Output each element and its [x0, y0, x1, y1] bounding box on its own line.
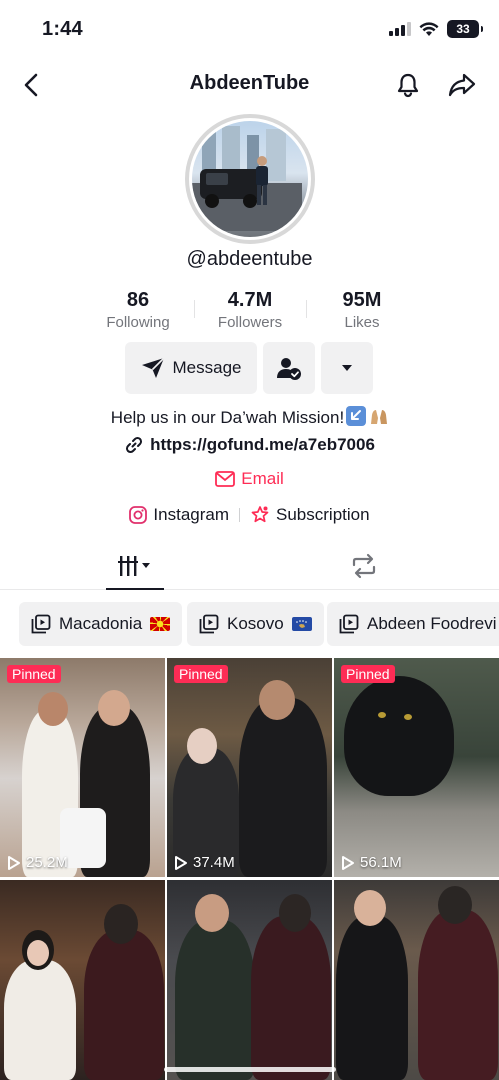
praying-hands-emoji-icon: [368, 406, 388, 426]
subscription-icon: [251, 506, 269, 523]
bell-icon: [397, 73, 419, 98]
playlists-row: Macadonia Kosovo Abdeen Foodrevi: [0, 602, 499, 646]
stat-value: 4.7M: [227, 289, 273, 311]
notifications-button[interactable]: [391, 68, 425, 102]
grid-bars-icon: [118, 555, 150, 576]
tab-reposts[interactable]: [340, 542, 388, 589]
stat-label: Likes: [344, 314, 380, 331]
user-check-icon: [277, 358, 301, 380]
view-count-value: 25.2M: [26, 854, 68, 871]
stat-likes[interactable]: 95M Likes: [306, 288, 418, 336]
playlist-label: Macadonia: [59, 614, 143, 633]
bio-text: Help us in our Da’wah Mission!: [0, 406, 499, 428]
wifi-icon: [419, 21, 439, 36]
playlist-label: Abdeen Foodrevi: [367, 614, 497, 633]
video-thumbnail[interactable]: [167, 880, 332, 1080]
thumbnail-image: [334, 658, 499, 877]
playlist-icon: [339, 614, 359, 634]
pinned-badge: Pinned: [7, 665, 61, 683]
kosovo-flag-icon: [291, 617, 312, 631]
social-links: Instagram Subscription: [0, 505, 499, 525]
share-button[interactable]: [445, 68, 479, 102]
instagram-label: Instagram: [153, 505, 230, 524]
profile-handle: @abdeentube: [186, 248, 313, 270]
video-thumbnail[interactable]: [334, 880, 499, 1080]
video-thumbnail[interactable]: [0, 880, 165, 1080]
caret-down-icon: [342, 365, 352, 371]
playlist-chip[interactable]: Macadonia: [19, 602, 183, 646]
video-thumbnail[interactable]: Pinned 56.1M: [334, 658, 499, 877]
arrow-down-left-emoji-icon: [346, 406, 367, 426]
signal-icon: [389, 22, 411, 36]
view-count: 56.1M: [341, 854, 402, 871]
video-grid: Pinned 25.2M Pinned 37.4M Pinned 56.1M: [0, 658, 499, 1080]
status-time: 1:44: [42, 18, 83, 40]
instagram-link[interactable]: Instagram: [129, 505, 229, 525]
following-status-button[interactable]: [263, 342, 315, 394]
play-outline-icon: [342, 855, 354, 870]
bio-link-text: https://gofund.me/a7eb7006: [150, 435, 375, 454]
play-outline-icon: [8, 855, 20, 870]
bio-link[interactable]: https://gofund.me/a7eb7006: [0, 435, 499, 455]
playlist-label: Kosovo: [227, 614, 284, 633]
message-button[interactable]: Message: [125, 342, 257, 394]
view-count: 25.2M: [7, 854, 68, 871]
playlist-icon: [31, 614, 51, 634]
view-count: 37.4M: [174, 854, 235, 871]
email-label: Email: [241, 469, 284, 488]
email-button[interactable]: Email: [0, 469, 499, 489]
stat-label: Following: [106, 314, 170, 331]
pinned-badge: Pinned: [174, 665, 228, 683]
pinned-badge: Pinned: [341, 665, 395, 683]
subscription-label: Subscription: [276, 505, 370, 524]
video-thumbnail[interactable]: Pinned 37.4M: [167, 658, 332, 877]
divider: [239, 508, 241, 522]
thumbnail-image: [167, 658, 332, 877]
avatar-image: [192, 121, 308, 237]
subscription-link[interactable]: Subscription: [250, 505, 370, 525]
avatar[interactable]: [185, 114, 315, 244]
playlist-chip[interactable]: Abdeen Foodrevi: [327, 602, 499, 646]
playlist-icon: [199, 614, 219, 634]
view-count-value: 56.1M: [360, 854, 402, 871]
envelope-icon: [215, 471, 236, 487]
more-dropdown-button[interactable]: [321, 342, 373, 394]
content-tabs: [0, 542, 499, 590]
nav-bar: AbdeenTube: [0, 62, 499, 108]
video-thumbnail[interactable]: Pinned 25.2M: [0, 658, 165, 877]
thumbnail-image: [334, 880, 499, 1080]
north-macedonia-flag-icon: [150, 617, 171, 631]
status-bar: 1:44 33: [0, 0, 499, 60]
instagram-icon: [129, 506, 148, 524]
stat-label: Followers: [217, 314, 283, 331]
profile-actions: Message: [125, 342, 373, 394]
stat-following[interactable]: 86 Following: [82, 288, 194, 336]
thumbnail-image: [0, 880, 165, 1080]
share-arrow-icon: [448, 73, 476, 97]
message-label: Message: [172, 358, 242, 377]
home-indicator: [164, 1067, 336, 1072]
playlist-chip[interactable]: Kosovo: [187, 602, 324, 646]
stat-value: 95M: [342, 289, 382, 311]
battery-level: 33: [456, 22, 470, 36]
play-outline-icon: [175, 855, 187, 870]
send-icon: [141, 357, 165, 378]
stat-followers[interactable]: 4.7M Followers: [194, 288, 306, 336]
thumbnail-image: [167, 880, 332, 1080]
thumbnail-image: [0, 658, 165, 877]
tab-videos[interactable]: [106, 542, 164, 590]
view-count-value: 37.4M: [193, 854, 235, 871]
stat-value: 86: [126, 289, 150, 311]
profile-stats: 86 Following 4.7M Followers 95M Likes: [82, 288, 418, 336]
repost-icon: [352, 553, 376, 578]
link-icon: [126, 436, 143, 454]
battery-icon: 33: [447, 20, 483, 38]
status-icons: 33: [389, 20, 483, 38]
bio-line: Help us in our Da’wah Mission!: [110, 408, 345, 427]
avatar-photo: [192, 126, 302, 231]
